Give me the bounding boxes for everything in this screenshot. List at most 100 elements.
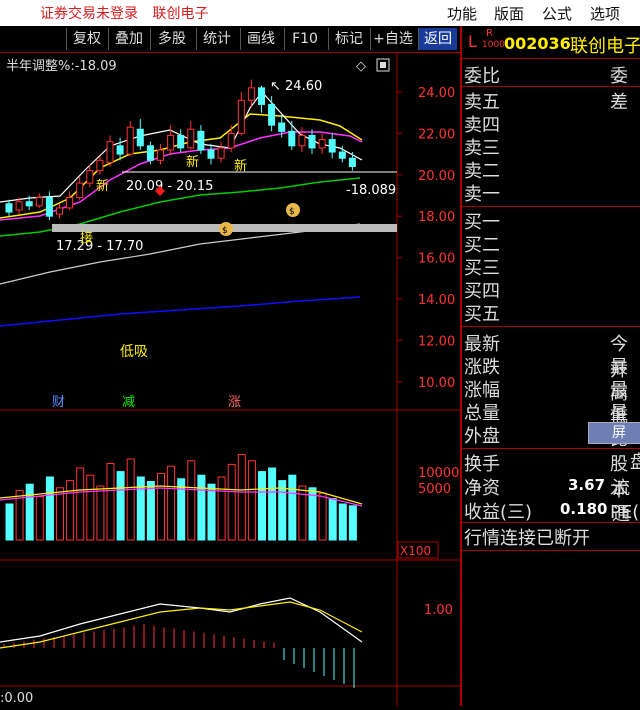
volume-tick-10000: 10000 (418, 466, 459, 481)
divider (462, 550, 640, 551)
login-status-text: 证券交易未登录 (40, 6, 138, 22)
overlay-button[interactable]: 叠加 (108, 28, 149, 50)
event-finance-marker[interactable]: 财 (52, 395, 65, 410)
volume-bar (146, 481, 155, 541)
event-reduce-marker[interactable]: 减 (122, 395, 135, 410)
new-marker-1: 新 (96, 178, 109, 194)
login-status: 证券交易未登录 联创电子 (40, 3, 208, 23)
candle-body (146, 145, 154, 161)
candle-body (96, 159, 104, 172)
volume-bar (247, 460, 256, 541)
price-axis: 24.00 22.00 20.00 18.00 16.00 14.00 12.00 10.00 (397, 86, 455, 391)
volume-bar (217, 476, 226, 541)
market-r-label: R (486, 28, 493, 39)
volume-bar (35, 496, 44, 541)
event-rise-marker[interactable]: 涨 (228, 395, 241, 410)
price-tick-label: 14.00 (418, 293, 455, 308)
restore-rights-button[interactable]: 复权 (66, 28, 107, 50)
statistics-button[interactable]: 统计 (196, 28, 237, 50)
zone1-label: 20.09 - 20.15 (126, 179, 213, 194)
window-toggle-inner (380, 62, 386, 68)
high-price-label: ↖ 24.60 (270, 79, 322, 94)
candle-body (197, 130, 205, 151)
candle-body (268, 103, 276, 126)
draw-line-button[interactable]: 画线 (240, 28, 281, 50)
volume-bar (76, 467, 85, 541)
candle-body (258, 87, 265, 105)
candle-body (237, 99, 245, 134)
volume-unit-label: X100 (400, 544, 431, 558)
candle-body (318, 139, 326, 149)
low-buy-label: 低吸 (120, 344, 148, 360)
volume-bar (258, 471, 266, 541)
connection-status: 行情连接已断开 (464, 528, 590, 549)
volume-bar (177, 478, 186, 541)
candle-body (15, 201, 23, 211)
menu-layout[interactable]: 版面 (494, 3, 524, 24)
kline-chart-area[interactable]: 半年调整%:-18.09 ◇ 24.00 22.00 20.00 18.00 16.00… (0, 52, 460, 706)
volume-bar (227, 463, 236, 541)
turnover-label: 换手 (464, 454, 500, 475)
volume-bar (207, 483, 216, 541)
price-tick-label: 12.00 (418, 334, 455, 349)
menu-function[interactable]: 功能 (447, 3, 477, 24)
menu-formula[interactable]: 公式 (542, 3, 572, 24)
volume-bar (25, 483, 34, 541)
candle-body (126, 126, 134, 155)
pe-label: PE(动) (610, 502, 640, 523)
divider (462, 522, 640, 523)
candle-body (167, 134, 175, 151)
candle-body (247, 87, 255, 101)
quote-header: L R 1000 002036 联创电子 (462, 28, 640, 58)
market-l-label: L (468, 32, 477, 51)
f10-button[interactable]: F10 (284, 28, 325, 50)
candle-body (106, 141, 114, 163)
candle-body (207, 149, 215, 159)
price-tick-label: 20.00 (418, 169, 455, 184)
chart-toolbar: 复权 叠加 多股 统计 画线 F10 标记 +自选 返回 (0, 26, 460, 53)
candle-body (288, 130, 296, 147)
svg-text:$: $ (222, 226, 228, 236)
volume-bar (96, 485, 105, 541)
volume-bar (116, 471, 125, 541)
weicha-label: 委差 (610, 66, 628, 113)
candle-body (157, 149, 164, 161)
new-marker-3: 新 (234, 158, 247, 174)
candle-body (136, 128, 144, 147)
price-tick-label: 18.00 (418, 210, 455, 225)
netasset-value: 3.67 (568, 476, 606, 494)
volume-bar (318, 492, 327, 541)
volume-bar (66, 480, 75, 541)
volume-bar (5, 503, 14, 541)
volume-bar (45, 476, 54, 541)
menu-options[interactable]: 选项 (590, 3, 620, 24)
diamond-icon[interactable]: ◇ (356, 59, 366, 74)
money-bag-icon: $ (219, 222, 233, 236)
volume-bar (197, 474, 206, 541)
candle-body (278, 122, 286, 132)
volume-bar (167, 465, 176, 541)
candle-body (25, 201, 33, 207)
volume-bar (288, 474, 297, 541)
mark-button[interactable]: 标记 (328, 28, 369, 50)
volume-bar (268, 467, 277, 541)
add-favorite-button[interactable]: +自选 (370, 28, 415, 50)
quote-panel: L R 1000 002036 联创电子 委比 委差 卖五 卖四 卖三 卖二 卖… (460, 26, 640, 706)
screen-button[interactable]: 屏 (588, 422, 640, 444)
candlestick-series (5, 79, 356, 221)
macd-histogram (3, 624, 355, 688)
price-tick-label: 22.00 (418, 127, 455, 142)
candle-body (35, 197, 43, 207)
half-year-pct-label: -18.089 (346, 183, 396, 198)
eps-value: 0.180 (560, 500, 608, 518)
eps-label: 收益(三) (464, 502, 533, 523)
volume-bar (348, 505, 357, 541)
candle-body (217, 147, 225, 159)
market-code-label: 1000 (482, 40, 505, 50)
multi-stock-button[interactable]: 多股 (150, 28, 193, 50)
kline-chart[interactable]: 半年调整%:-18.09 ◇ 24.00 22.00 20.00 18.00 16.00… (0, 52, 460, 706)
price-tick-label: 24.00 (418, 86, 455, 101)
back-button[interactable]: 返回 (418, 28, 457, 50)
new-marker-2: 新 (186, 154, 199, 170)
buy5-label: 买五 (464, 304, 500, 325)
